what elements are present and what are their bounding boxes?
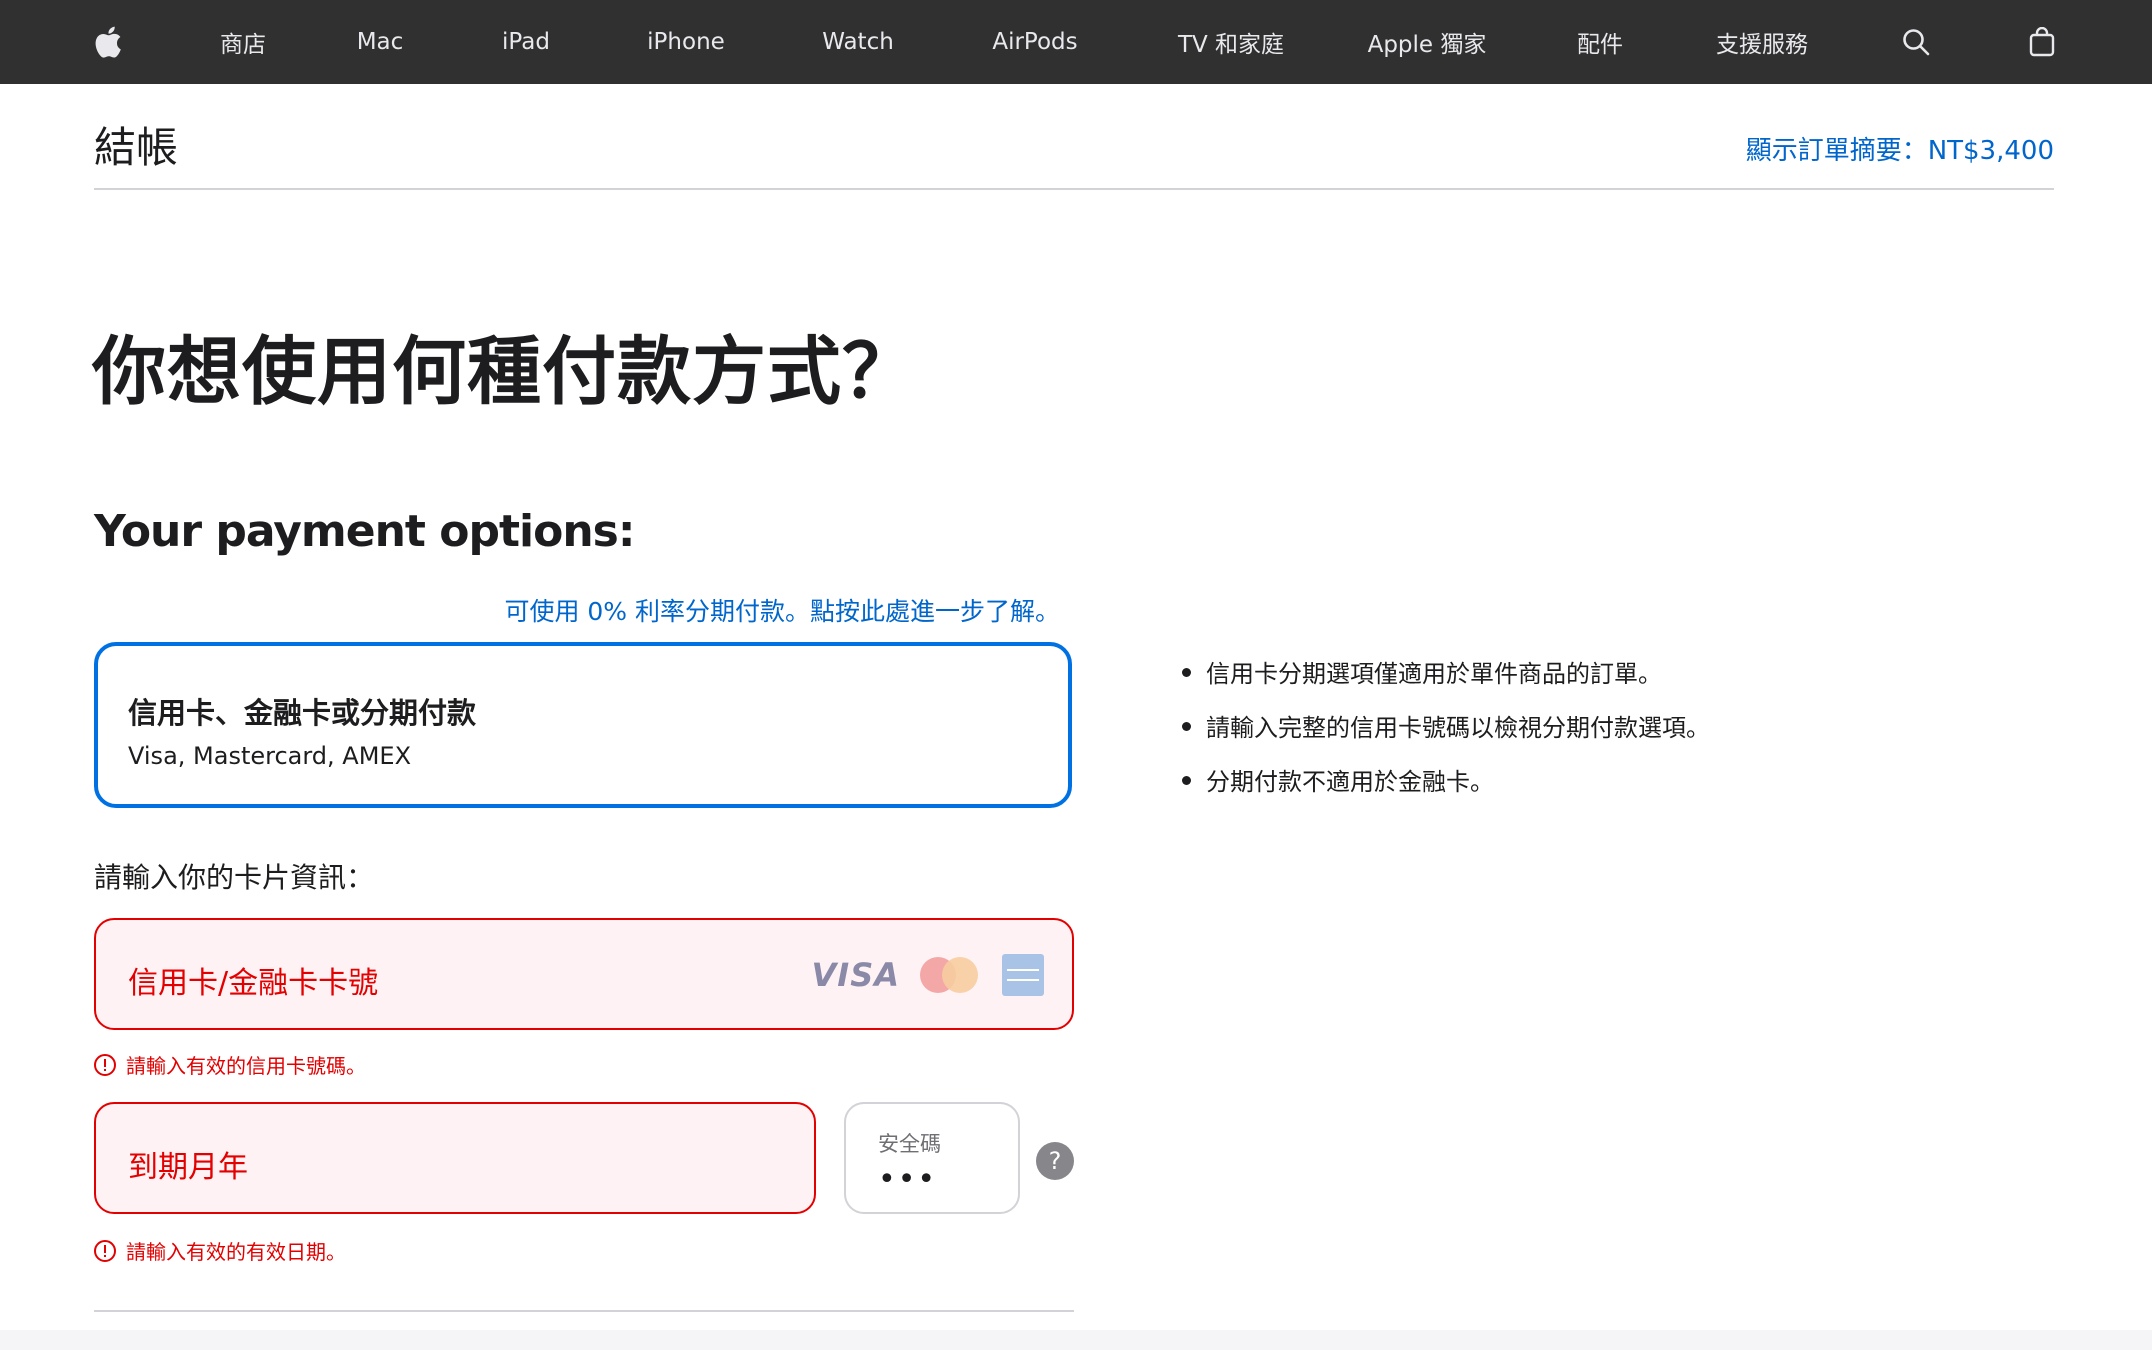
card-number-field[interactable]: 信用卡/金融卡卡號 VISA bbox=[94, 918, 1074, 1030]
nav-item-tv-home[interactable]: TV 和家庭 bbox=[1166, 0, 1296, 84]
payment-option-card[interactable]: 信用卡、金融卡或分期付款 Visa, Mastercard, AMEX bbox=[94, 642, 1072, 808]
payment-options-heading: Your payment options: bbox=[94, 506, 635, 557]
error-icon bbox=[94, 1053, 116, 1076]
nav-item-iphone[interactable]: iPhone bbox=[636, 0, 736, 84]
expiry-date-field[interactable]: 到期月年 bbox=[94, 1102, 816, 1214]
expiry-error: 請輸入有效的有效日期。 bbox=[94, 1236, 346, 1265]
global-nav: 商店 Mac iPad iPhone Watch AirPods TV 和家庭 … bbox=[0, 0, 2152, 84]
checkout-header: 結帳 顯示訂單摘要：NT$3,400 bbox=[94, 84, 2054, 190]
card-number-placeholder: 信用卡/金融卡卡號 bbox=[128, 966, 379, 1001]
info-bullet: 請輸入完整的信用卡號碼以檢視分期付款選項。 bbox=[1180, 708, 1710, 762]
nav-item-airpods[interactable]: AirPods bbox=[980, 0, 1090, 84]
nav-item-mac[interactable]: Mac bbox=[340, 0, 420, 84]
security-code-help-icon[interactable]: ? bbox=[1036, 1142, 1074, 1180]
security-code-value: ••• bbox=[878, 1162, 938, 1197]
bag-icon[interactable] bbox=[2022, 0, 2062, 84]
nav-item-store[interactable]: 商店 bbox=[208, 0, 278, 84]
payment-method-heading: 你想使用何種付款方式？ bbox=[92, 329, 917, 415]
info-bullet: 分期付款不適用於金融卡。 bbox=[1180, 762, 1710, 816]
info-bullet: 信用卡分期選項僅適用於單件商品的訂單。 bbox=[1180, 654, 1710, 708]
nav-item-watch[interactable]: Watch bbox=[810, 0, 906, 84]
security-code-field[interactable]: 安全碼 ••• bbox=[844, 1102, 1020, 1214]
card-number-error: 請輸入有效的信用卡號碼。 bbox=[94, 1050, 366, 1079]
nav-item-ipad[interactable]: iPad bbox=[486, 0, 566, 84]
mastercard-logo-icon bbox=[920, 957, 980, 993]
page-title: 結帳 bbox=[94, 123, 179, 172]
footer-band bbox=[0, 1330, 2152, 1350]
expiry-placeholder: 到期月年 bbox=[128, 1150, 248, 1185]
nav-item-accessories[interactable]: 配件 bbox=[1568, 0, 1632, 84]
card-number-error-text: 請輸入有效的信用卡號碼。 bbox=[126, 1054, 366, 1078]
show-order-summary-link[interactable]: 顯示訂單摘要：NT$3,400 bbox=[1746, 130, 2054, 167]
apple-logo-icon[interactable] bbox=[88, 0, 128, 84]
section-divider bbox=[94, 1310, 1074, 1312]
nav-item-apple-exclusive[interactable]: Apple 獨家 bbox=[1364, 0, 1490, 84]
payment-option-subtitle: Visa, Mastercard, AMEX bbox=[128, 742, 412, 770]
card-info-prompt: 請輸入你的卡片資訊： bbox=[94, 861, 375, 894]
amex-logo-icon bbox=[1002, 954, 1044, 996]
payment-option-title: 信用卡、金融卡或分期付款 bbox=[128, 696, 477, 730]
installment-info-link[interactable]: 可使用 0% 利率分期付款。點按此處進一步了解。 bbox=[94, 592, 1060, 628]
security-code-label: 安全碼 bbox=[878, 1132, 941, 1156]
card-brand-logos: VISA bbox=[812, 952, 1044, 998]
error-icon bbox=[94, 1239, 116, 1262]
nav-item-support[interactable]: 支援服務 bbox=[1708, 0, 1816, 84]
visa-logo-icon: VISA bbox=[811, 956, 900, 994]
search-icon[interactable] bbox=[1896, 0, 1936, 84]
payment-info-list: 信用卡分期選項僅適用於單件商品的訂單。 請輸入完整的信用卡號碼以檢視分期付款選項… bbox=[1180, 654, 1710, 816]
expiry-error-text: 請輸入有效的有效日期。 bbox=[126, 1240, 346, 1264]
